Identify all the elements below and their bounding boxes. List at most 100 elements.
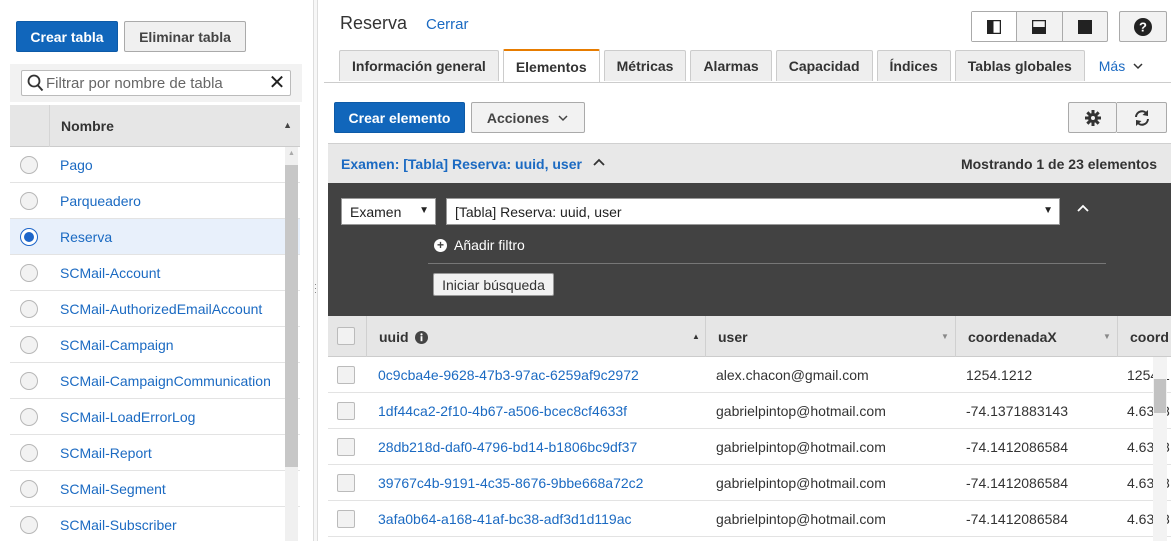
scan-mode-select[interactable]: Examen ▼: [341, 198, 436, 225]
tables-list-scrollbar[interactable]: ▲: [285, 147, 298, 541]
table-name-link[interactable]: SCMail-AuthorizedEmailAccount: [60, 301, 262, 317]
column-header-uuid[interactable]: uuid ▲: [367, 316, 706, 357]
table-radio[interactable]: [20, 264, 38, 282]
scan-target-select[interactable]: [Tabla] Reserva: uuid, user ▼: [446, 198, 1060, 225]
scrollbar-thumb[interactable]: [1154, 379, 1166, 413]
table-row[interactable]: 0c9cba4e-9628-47b3-97ac-6259af9c2972 alex…: [328, 357, 1171, 393]
tab-metricas[interactable]: Métricas: [603, 50, 687, 81]
table-row[interactable]: SCMail-Report: [10, 435, 300, 471]
table-row[interactable]: SCMail-Segment: [10, 471, 300, 507]
sort-ascending-icon[interactable]: ▲: [692, 332, 700, 341]
row-checkbox[interactable]: [337, 438, 355, 456]
table-name-link[interactable]: SCMail-Campaign: [60, 337, 174, 353]
tab-capacidad[interactable]: Capacidad: [775, 50, 873, 81]
close-link[interactable]: Cerrar: [426, 16, 469, 33]
panel-splitter[interactable]: · · ·: [313, 0, 318, 541]
info-icon[interactable]: [415, 331, 428, 344]
dropdown-arrow-icon: ▼: [419, 205, 429, 216]
tab-informacion-general[interactable]: Información general: [339, 50, 499, 81]
cell-uuid[interactable]: 0c9cba4e-9628-47b3-97ac-6259af9c2972: [378, 367, 639, 383]
column-header-user[interactable]: user ▼: [706, 316, 956, 357]
table-name-link[interactable]: SCMail-Report: [60, 445, 152, 461]
scan-filter-panel: Examen ▼ [Tabla] Reserva: uuid, user ▼ +…: [328, 183, 1171, 316]
table-row[interactable]: Reserva: [10, 219, 300, 255]
table-radio[interactable]: [20, 156, 38, 174]
column-header-coordenadax[interactable]: coordenadaX ▼: [956, 316, 1118, 357]
table-radio[interactable]: [20, 444, 38, 462]
sort-icon[interactable]: ▼: [1103, 332, 1111, 341]
table-radio[interactable]: [20, 480, 38, 498]
table-name-link[interactable]: SCMail-Segment: [60, 481, 166, 497]
row-checkbox[interactable]: [337, 510, 355, 528]
cell-uuid[interactable]: 1df44ca2-2f10-4b67-a506-bcec8cf4633f: [378, 403, 627, 419]
table-filter-input[interactable]: [46, 73, 266, 93]
view-mode-toggle: [971, 11, 1108, 42]
add-filter-link[interactable]: + Añadir filtro: [434, 237, 525, 253]
table-name-link[interactable]: SCMail-Account: [60, 265, 160, 281]
row-checkbox[interactable]: [337, 474, 355, 492]
cell-user: gabrielpintop@hotmail.com: [716, 439, 886, 455]
table-row[interactable]: SCMail-Subscriber: [10, 507, 300, 541]
refresh-button[interactable]: [1117, 102, 1167, 133]
table-name-link[interactable]: SCMail-LoadErrorLog: [60, 409, 195, 425]
row-checkbox[interactable]: [337, 366, 355, 384]
fullscreen-view-icon[interactable]: [1063, 12, 1107, 41]
table-radio[interactable]: [20, 300, 38, 318]
table-name-link[interactable]: Pago: [60, 157, 93, 173]
scroll-up-icon[interactable]: ▲: [288, 150, 295, 157]
table-radio[interactable]: [20, 228, 38, 246]
table-name-link[interactable]: Reserva: [60, 229, 112, 245]
tab-tablas-globales[interactable]: Tablas globales: [954, 50, 1085, 81]
sort-ascending-icon[interactable]: ▲: [283, 120, 292, 130]
create-item-button[interactable]: Crear elemento: [334, 102, 465, 133]
table-name-link[interactable]: SCMail-CampaignCommunication: [60, 373, 271, 389]
row-checkbox[interactable]: [337, 402, 355, 420]
cell-uuid[interactable]: 3afa0b64-a168-41af-bc38-adf3d1d119ac: [378, 511, 632, 527]
select-all-checkbox[interactable]: [337, 327, 355, 345]
scan-summary-toggle[interactable]: Examen: [Tabla] Reserva: uuid, user: [341, 156, 582, 172]
settings-button[interactable]: [1068, 102, 1117, 133]
drag-handle-icon[interactable]: · · ·: [314, 280, 317, 297]
name-column-header[interactable]: Nombre: [61, 118, 114, 134]
table-radio[interactable]: [20, 516, 38, 534]
table-radio[interactable]: [20, 372, 38, 390]
help-button[interactable]: ?: [1119, 11, 1167, 42]
table-radio[interactable]: [20, 336, 38, 354]
delete-table-button[interactable]: Eliminar tabla: [124, 21, 246, 52]
tab-more[interactable]: Más: [1089, 50, 1156, 81]
table-row[interactable]: SCMail-AuthorizedEmailAccount: [10, 291, 300, 327]
create-table-button[interactable]: Crear tabla: [16, 21, 118, 52]
table-name-link[interactable]: Parqueadero: [60, 193, 141, 209]
table-row[interactable]: SCMail-CampaignCommunication: [10, 363, 300, 399]
tab-elementos[interactable]: Elementos: [502, 49, 600, 82]
split-right-view-icon[interactable]: [972, 12, 1018, 41]
cell-uuid[interactable]: 28db218d-daf0-4796-bd14-b1806bc9df37: [378, 439, 637, 455]
table-row[interactable]: 1df44ca2-2f10-4b67-a506-bcec8cf4633f gabr…: [328, 393, 1171, 429]
table-row[interactable]: 3afa0b64-a168-41af-bc38-adf3d1d119ac gabr…: [328, 501, 1171, 537]
sort-icon[interactable]: ▼: [941, 332, 949, 341]
table-row[interactable]: Pago: [10, 147, 300, 183]
clear-filter-icon[interactable]: ✕: [268, 73, 286, 93]
start-search-button[interactable]: Iniciar búsqueda: [433, 273, 554, 296]
grid-scrollbar[interactable]: [1153, 357, 1167, 541]
tab-alarmas[interactable]: Alarmas: [690, 50, 772, 81]
table-name-link[interactable]: SCMail-Subscriber: [60, 517, 177, 533]
tab-indices[interactable]: Índices: [876, 50, 951, 81]
table-radio[interactable]: [20, 192, 38, 210]
table-filter-field[interactable]: ✕: [21, 70, 291, 96]
cell-uuid[interactable]: 39767c4b-9191-4c35-8676-9bbe668a72c2: [378, 475, 643, 491]
collapse-panel-icon[interactable]: [1076, 203, 1090, 213]
scrollbar-thumb[interactable]: [285, 165, 298, 467]
table-row[interactable]: Parqueadero: [10, 183, 300, 219]
chevron-up-icon[interactable]: [592, 157, 606, 167]
tables-list-header: Nombre ▲: [10, 105, 300, 147]
split-bottom-view-icon[interactable]: [1017, 12, 1063, 41]
column-header-coordenaday[interactable]: coord: [1118, 316, 1171, 357]
table-row[interactable]: SCMail-Account: [10, 255, 300, 291]
table-radio[interactable]: [20, 408, 38, 426]
table-row[interactable]: 28db218d-daf0-4796-bd14-b1806bc9df37 gabr…: [328, 429, 1171, 465]
table-row[interactable]: SCMail-LoadErrorLog: [10, 399, 300, 435]
table-row[interactable]: SCMail-Campaign: [10, 327, 300, 363]
actions-dropdown[interactable]: Acciones: [471, 102, 585, 133]
table-row[interactable]: 39767c4b-9191-4c35-8676-9bbe668a72c2 gabr…: [328, 465, 1171, 501]
